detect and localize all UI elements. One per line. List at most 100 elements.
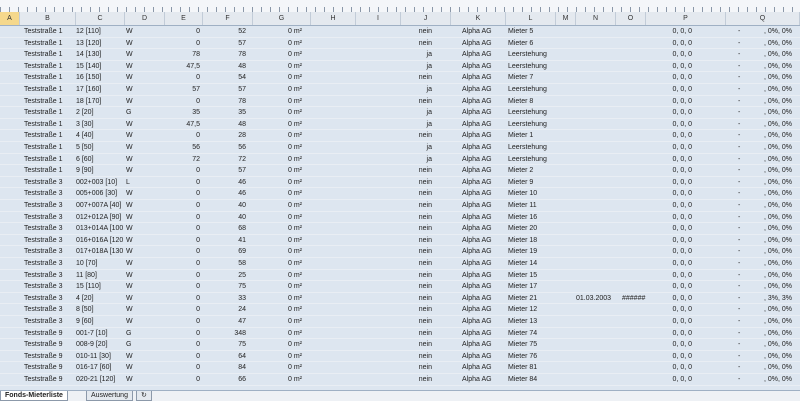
table-row[interactable]: Teststraße 13 [30] W 47,5 48 0 m² ja Alpha AG L… [0,118,800,131]
table-cell[interactable]: Mieter 10 [508,188,568,199]
table-cell[interactable]: W [126,270,136,281]
table-cell[interactable]: L [126,177,136,188]
table-cell[interactable]: 0, 0, 0 [648,293,692,304]
table-cell[interactable]: Mieter 17 [508,281,568,292]
table-cell[interactable]: Teststraße 9 [24,339,84,350]
table-row[interactable]: Teststraße 3 002+003 [10] L 0 46 0 m² nein Alph… [0,176,800,189]
table-cell[interactable]: 3 [30] [76,119,126,130]
table-cell[interactable]: 41 [208,235,246,246]
table-cell[interactable]: 0 m² [248,304,302,315]
table-cell[interactable]: nein [392,293,432,304]
table-cell[interactable]: 25 [208,270,246,281]
table-cell[interactable]: 0 [170,212,200,223]
table-cell[interactable]: 0 m² [248,26,302,37]
table-cell[interactable]: 72 [170,154,200,165]
table-cell[interactable]: 0 [170,200,200,211]
table-cell[interactable]: 18 [170] [76,96,126,107]
table-cell[interactable]: 0 [170,328,200,339]
table-cell[interactable]: 15 [140] [76,61,126,72]
table-cell[interactable]: 28 [208,130,246,141]
table-row[interactable]: Teststraße 12 [20] G 35 35 0 m² ja Alpha AG Lee… [0,107,800,119]
table-cell[interactable]: 84 [208,362,246,373]
table-cell[interactable]: Teststraße 3 [24,281,84,292]
table-row[interactable]: Teststraße 9 008-9 [20] G 0 75 0 m² nein Alpha … [0,339,800,351]
table-cell[interactable]: , 0%, 0% [752,177,792,188]
table-cell[interactable]: 78 [208,49,246,60]
table-cell[interactable]: 9 [90] [76,165,126,176]
table-cell[interactable]: , 0%, 0% [752,235,792,246]
table-cell[interactable]: 0 m² [248,339,302,350]
column-header-h[interactable]: H [311,12,356,25]
table-cell[interactable]: 012+012A [90] [76,212,126,223]
table-cell[interactable]: 0 m² [248,293,302,304]
table-cell[interactable]: , 0%, 0% [752,351,792,362]
table-cell[interactable]: , 0%, 0% [752,84,792,95]
column-header-n[interactable]: N [576,12,616,25]
table-cell[interactable]: Mieter 9 [508,177,568,188]
table-cell[interactable]: 40 [208,200,246,211]
table-cell[interactable]: W [126,188,136,199]
table-cell[interactable]: , 0%, 0% [752,223,792,234]
table-cell[interactable]: W [126,26,136,37]
table-cell[interactable]: Alpha AG [462,258,502,269]
table-cell[interactable]: Alpha AG [462,26,502,37]
table-cell[interactable]: 0 [170,96,200,107]
table-cell[interactable]: 0 [170,223,200,234]
table-cell[interactable]: 0, 0, 0 [648,61,692,72]
table-cell[interactable]: W [126,362,136,373]
table-cell[interactable]: W [126,200,136,211]
table-cell[interactable]: nein [392,328,432,339]
table-cell[interactable]: Alpha AG [462,362,502,373]
table-cell[interactable]: 017+018A [130 [76,246,126,257]
table-cell[interactable]: Alpha AG [462,246,502,257]
table-cell[interactable]: Mieter 84 [508,374,568,385]
table-cell[interactable]: 46 [208,188,246,199]
table-cell[interactable]: Leerstehung [508,61,568,72]
table-row[interactable]: Teststraße 1 13 [120] W 0 57 0 m² nein Alpha AG… [0,37,800,50]
table-cell[interactable]: Teststraße 1 [24,107,84,118]
column-header-f[interactable]: F [203,12,253,25]
table-cell[interactable]: nein [392,374,432,385]
table-cell[interactable]: 0, 0, 0 [648,246,692,257]
table-cell[interactable]: 005+006 [30] [76,188,126,199]
table-cell[interactable]: 0 m² [248,223,302,234]
table-cell[interactable]: 66 [208,374,246,385]
table-cell[interactable]: G [126,339,136,350]
table-cell[interactable]: 0 m² [248,72,302,83]
table-cell[interactable]: 0, 0, 0 [648,328,692,339]
table-cell[interactable]: 0 m² [248,84,302,95]
table-cell[interactable]: Teststraße 3 [24,212,84,223]
table-cell[interactable]: - [738,258,748,269]
table-cell[interactable]: Teststraße 9 [24,374,84,385]
table-row[interactable]: Teststraße 9 020-21 [120] W 0 66 0 m² nein Alph… [0,374,800,386]
table-cell[interactable]: W [126,142,136,153]
table-cell[interactable]: Mieter 6 [508,38,568,49]
table-cell[interactable]: Mieter 18 [508,235,568,246]
table-cell[interactable]: 0, 0, 0 [648,362,692,373]
table-cell[interactable]: Mieter 12 [508,304,568,315]
table-cell[interactable]: - [738,235,748,246]
table-cell[interactable]: W [126,38,136,49]
table-cell[interactable]: Mieter 21 [508,293,568,304]
table-cell[interactable]: Alpha AG [462,235,502,246]
table-cell[interactable]: , 0%, 0% [752,119,792,130]
table-row[interactable]: Teststraße 38 [50] W 0 24 0 m² nein Alpha AG Mi… [0,304,800,316]
table-row[interactable]: Teststraße 3 016+016A [120 W 0 41 0 m² nein Alp… [0,234,800,247]
table-cell[interactable]: G [126,107,136,118]
table-cell[interactable]: 0 [170,177,200,188]
table-cell[interactable]: W [126,223,136,234]
table-cell[interactable]: nein [392,200,432,211]
table-cell[interactable]: Teststraße 3 [24,293,84,304]
table-cell[interactable]: , 0%, 0% [752,200,792,211]
table-row[interactable]: Teststraße 3 012+012A [90] W 0 40 0 m² nein Alp… [0,211,800,224]
table-cell[interactable]: Mieter 74 [508,328,568,339]
table-cell[interactable]: - [738,38,748,49]
table-cell[interactable]: 0 m² [248,142,302,153]
table-cell[interactable]: Alpha AG [462,177,502,188]
table-cell[interactable]: Alpha AG [462,72,502,83]
table-cell[interactable]: Leerstehung [508,49,568,60]
table-cell[interactable]: Teststraße 3 [24,304,84,315]
table-cell[interactable]: Teststraße 3 [24,177,84,188]
table-cell[interactable]: 0, 0, 0 [648,96,692,107]
table-cell[interactable]: 0, 0, 0 [648,177,692,188]
